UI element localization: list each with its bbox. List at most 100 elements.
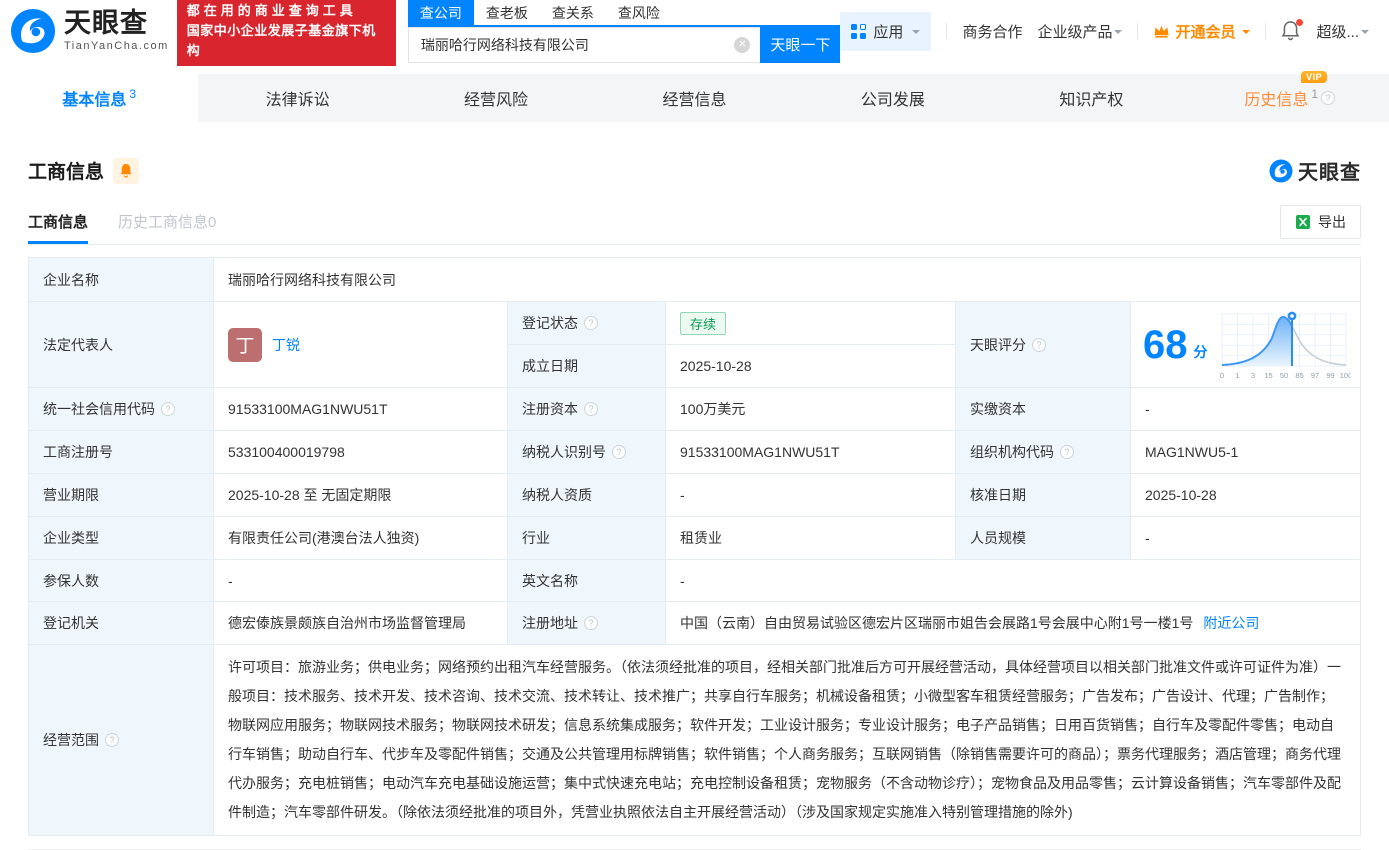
- svg-text:85: 85: [1295, 371, 1303, 380]
- svg-text:0: 0: [1219, 371, 1223, 380]
- apps-grid-icon: [851, 24, 866, 39]
- field-value-reg-number: 533100400019798: [213, 430, 507, 473]
- tab-business-info[interactable]: 经营信息: [595, 74, 793, 122]
- help-icon[interactable]: ?: [584, 616, 598, 630]
- nearby-companies-link[interactable]: 附近公司: [1203, 613, 1259, 633]
- nav-open-vip[interactable]: 开通会员: [1153, 21, 1250, 42]
- field-label-reg-capital: 注册资本?: [507, 387, 665, 430]
- legal-rep-link[interactable]: 丁锐: [272, 335, 300, 355]
- field-value-industry: 租赁业: [665, 516, 955, 559]
- field-label-legal-rep: 法定代表人: [28, 301, 213, 387]
- field-value-company-type: 有限责任公司(港澳台法人独资): [213, 516, 507, 559]
- chevron-down-icon: [1114, 30, 1122, 38]
- section-title: 工商信息: [28, 157, 104, 184]
- help-icon[interactable]: ?: [105, 733, 119, 747]
- field-label-reg-number: 工商注册号: [28, 430, 213, 473]
- chevron-down-icon: [912, 30, 920, 38]
- tab-intellectual-property[interactable]: 知识产权: [992, 74, 1190, 122]
- tab-label: 历史信息: [1244, 86, 1308, 110]
- field-label-industry: 行业: [507, 516, 665, 559]
- field-label-taxpayer-quality: 纳税人资质: [507, 473, 665, 516]
- svg-text:15: 15: [1264, 371, 1272, 380]
- field-label-score: 天眼评分?: [955, 301, 1130, 387]
- apps-menu[interactable]: 应用: [840, 12, 931, 51]
- field-label-reg-authority: 登记机关: [28, 601, 213, 644]
- monitor-bell-icon[interactable]: [113, 158, 139, 184]
- field-label-establish-date: 成立日期: [507, 344, 665, 387]
- help-icon[interactable]: ?: [161, 402, 175, 416]
- nav-cooperation[interactable]: 商务合作: [962, 21, 1022, 42]
- slogan-line2: 国家中小企业发展子基金旗下机构: [187, 21, 386, 61]
- top-header: 天眼查 TianYanCha.com 都在用的商业查询工具 国家中小企业发展子基…: [0, 0, 1389, 62]
- tab-company-development[interactable]: 公司发展: [794, 74, 992, 122]
- subtab-business-registration[interactable]: 工商信息: [28, 211, 88, 244]
- score-unit: 分: [1194, 342, 1208, 362]
- search-tab-relation[interactable]: 查关系: [540, 0, 606, 25]
- field-label-org-code: 组织机构代码?: [955, 430, 1130, 473]
- tab-label: 基本信息: [62, 86, 126, 110]
- slogan-badge: 都在用的商业查询工具 国家中小企业发展子基金旗下机构: [177, 0, 396, 66]
- svg-text:97: 97: [1310, 371, 1318, 380]
- field-label-english-name: 英文名称: [507, 559, 665, 601]
- search-tab-risk[interactable]: 查风险: [606, 0, 672, 25]
- field-value-reg-address: 中国（云南）自由贸易试验区德宏片区瑞丽市姐告会展路1号会展中心附1号一楼1号 附…: [665, 601, 1360, 644]
- field-value-business-term: 2025-10-28 至 无固定期限: [213, 473, 507, 516]
- field-label-paid-capital: 实缴资本: [955, 387, 1130, 430]
- help-icon[interactable]: ?: [584, 402, 598, 416]
- crown-icon: [1153, 24, 1170, 38]
- user-menu-label: 超级...: [1316, 21, 1359, 42]
- help-icon[interactable]: ?: [1321, 91, 1335, 105]
- tab-label: 公司发展: [861, 86, 925, 110]
- help-icon[interactable]: ?: [584, 316, 598, 330]
- vip-label: 开通会员: [1175, 21, 1235, 42]
- tianyancha-logo[interactable]: 天眼查 TianYanCha.com: [10, 8, 169, 54]
- logo-swirl-icon: [10, 8, 56, 54]
- clear-icon[interactable]: ✕: [734, 37, 750, 53]
- watermark-text: 天眼查: [1298, 156, 1361, 185]
- field-value-org-code: MAG1NWU5-1: [1130, 430, 1360, 473]
- tab-label: 知识产权: [1059, 86, 1123, 110]
- search-button[interactable]: 天眼一下: [760, 27, 840, 63]
- tab-basic-info[interactable]: 基本信息 3: [0, 74, 198, 122]
- help-icon[interactable]: ?: [612, 445, 626, 459]
- search-tabs: 查公司 查老板 查关系 查风险: [408, 0, 841, 27]
- help-icon[interactable]: ?: [1060, 445, 1074, 459]
- svg-text:99: 99: [1326, 371, 1334, 380]
- tab-operating-risk[interactable]: 经营风险: [397, 74, 595, 122]
- subtab-row: 工商信息 历史工商信息0 导出: [28, 207, 1361, 245]
- subtab-history-registration[interactable]: 历史工商信息0: [118, 211, 216, 244]
- logo-swirl-icon: [1269, 159, 1293, 183]
- field-value-credit-code: 91533100MAG1NWU51T: [213, 387, 507, 430]
- score-curve-chart: 0 1 3 15 50 85 97 99 100: [1218, 308, 1350, 382]
- field-value-company-name: 瑞丽哈行网络科技有限公司: [213, 257, 1360, 301]
- legal-rep-avatar[interactable]: 丁: [228, 328, 262, 362]
- divider: [1137, 23, 1138, 39]
- search-tab-boss[interactable]: 查老板: [474, 0, 540, 25]
- nav-enterprise-label: 企业级产品: [1037, 21, 1112, 42]
- field-value-insured: -: [213, 559, 507, 601]
- nav-enterprise-products[interactable]: 企业级产品: [1037, 21, 1122, 42]
- help-icon[interactable]: ?: [1032, 338, 1046, 352]
- field-label-reg-address: 注册地址?: [507, 601, 665, 644]
- field-value-establish-date: 2025-10-28: [665, 344, 955, 387]
- search-tab-company[interactable]: 查公司: [408, 0, 474, 25]
- export-label: 导出: [1318, 212, 1346, 232]
- tab-legal-proceedings[interactable]: 法律诉讼: [198, 74, 396, 122]
- user-menu[interactable]: 超级...: [1316, 21, 1369, 42]
- field-value-taxpayer-id: 91533100MAG1NWU51T: [665, 430, 955, 473]
- page-tabs: 基本信息 3 法律诉讼 经营风险 经营信息 公司发展 知识产权 历史信息 VIP…: [0, 74, 1389, 122]
- bell-icon: [119, 163, 133, 178]
- watermark-logo: 天眼查: [1269, 156, 1361, 185]
- field-label-insured: 参保人数: [28, 559, 213, 601]
- tab-history-info[interactable]: 历史信息 VIP 1 ?: [1191, 74, 1389, 122]
- search-input[interactable]: [408, 27, 761, 63]
- apps-label: 应用: [873, 21, 903, 42]
- field-value-reg-capital: 100万美元: [665, 387, 955, 430]
- tab-label: 法律诉讼: [266, 86, 330, 110]
- field-label-staff-size: 人员规模: [955, 516, 1130, 559]
- export-button[interactable]: 导出: [1280, 205, 1361, 239]
- chevron-down-icon: [1242, 30, 1250, 38]
- field-label-company-type: 企业类型: [28, 516, 213, 559]
- header-nav: 应用 商务合作 企业级产品 开通会员 超级...: [840, 12, 1369, 51]
- notification-bell-icon[interactable]: [1281, 20, 1301, 42]
